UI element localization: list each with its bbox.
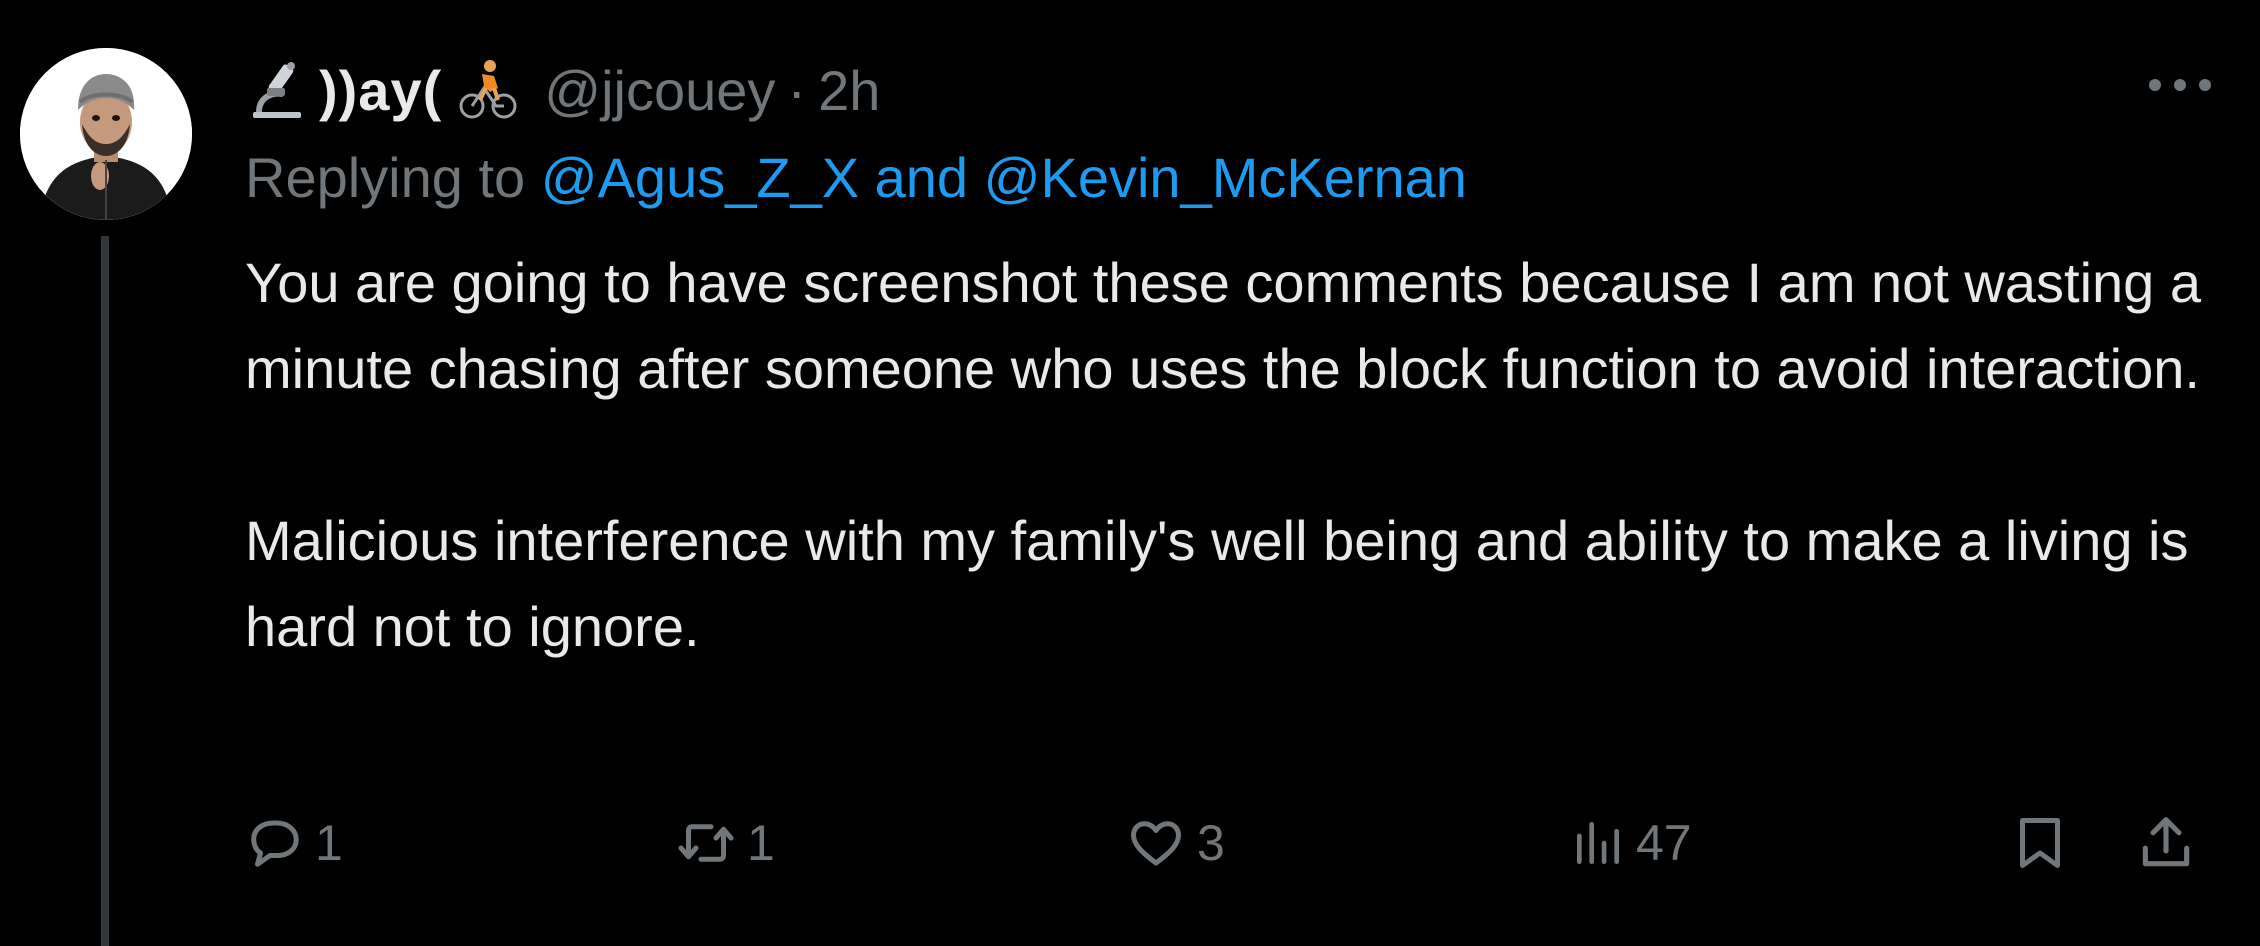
views-chart-icon	[1577, 822, 1619, 864]
display-name[interactable]: ))ay(	[319, 58, 442, 123]
action-bar: 1 1 3 47	[245, 803, 2215, 883]
bookmark-button[interactable]	[2010, 803, 2070, 883]
mention-agus[interactable]: @Agus_Z_X	[541, 146, 859, 209]
microscope-emoji-icon	[245, 58, 309, 122]
timestamp[interactable]: 2h	[818, 58, 880, 123]
share-icon	[2142, 817, 2190, 867]
mention-kevin[interactable]: @Kevin_McKernan	[984, 146, 1467, 209]
replying-to-conjunction: and	[874, 146, 969, 209]
like-button[interactable]: 3	[1125, 803, 1225, 883]
avatar-image	[20, 48, 192, 220]
tweet-paragraph-1: You are going to have screenshot these c…	[245, 251, 2217, 400]
tweet-body: You are going to have screenshot these c…	[245, 240, 2235, 670]
views-button[interactable]: 47	[1570, 803, 1692, 883]
view-count: 47	[1636, 815, 1692, 871]
repost-button[interactable]: 1	[675, 803, 775, 883]
tweet-paragraph-2: Malicious interference with my family's …	[245, 509, 2205, 658]
repost-count: 1	[747, 815, 775, 871]
like-count: 3	[1197, 815, 1225, 871]
heart-icon	[1131, 821, 1181, 866]
tweet[interactable]: ))ay( @jjcouey · 2h Replying to @Agus_Z_…	[0, 0, 2260, 946]
author-handle[interactable]: @jjcouey	[544, 58, 775, 123]
replying-to: Replying to @Agus_Z_X and @Kevin_McKerna…	[245, 145, 1467, 210]
tweet-header: ))ay( @jjcouey · 2h	[245, 55, 880, 125]
avatar[interactable]	[20, 48, 192, 220]
thread-line	[101, 236, 109, 946]
cyclist-emoji-icon	[456, 58, 520, 122]
bookmark-icon	[2020, 818, 2060, 868]
share-button[interactable]	[2135, 803, 2197, 883]
replying-to-label: Replying to	[245, 146, 526, 209]
separator-dot: ·	[787, 58, 807, 122]
repost-icon	[678, 824, 734, 862]
more-horizontal-icon	[2149, 79, 2211, 91]
more-button[interactable]	[2140, 60, 2220, 110]
reply-count: 1	[315, 815, 343, 871]
reply-bubble-icon	[251, 820, 299, 867]
reply-button[interactable]: 1	[245, 803, 343, 883]
